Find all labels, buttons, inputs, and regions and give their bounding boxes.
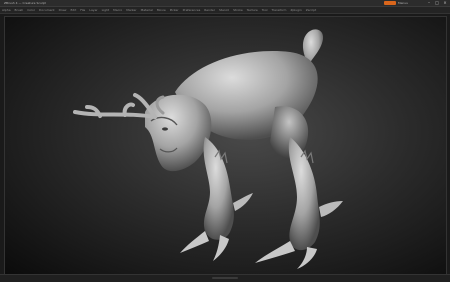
head: [145, 94, 212, 172]
back-claw-3: [319, 201, 343, 217]
window-title: ZBrush 4 — Creature Sculpt: [4, 1, 46, 5]
menu-item-render[interactable]: Render: [202, 7, 217, 13]
back-claw-2: [297, 247, 317, 269]
menu-item-preferences[interactable]: Preferences: [181, 7, 203, 13]
menu-item-file[interactable]: File: [78, 7, 87, 13]
back-claw-1: [255, 241, 295, 263]
document-canvas[interactable]: [4, 16, 447, 275]
menu-item-texture[interactable]: Texture: [245, 7, 260, 13]
menu-item-tool[interactable]: Tool: [260, 7, 270, 13]
menu-item-marker[interactable]: Marker: [124, 7, 138, 13]
close-button[interactable]: ×: [442, 1, 448, 5]
menu-item-zplugin[interactable]: Zplugin: [288, 7, 303, 13]
menu-item-brush[interactable]: Brush: [13, 7, 26, 13]
menu-item-zscript[interactable]: Zscript: [304, 7, 318, 13]
menu-item-color[interactable]: Color: [25, 7, 37, 13]
eye: [162, 127, 168, 131]
menu-item-movie[interactable]: Movie: [155, 7, 168, 13]
menu-item-stencil[interactable]: Stencil: [217, 7, 231, 13]
menu-item-transform[interactable]: Transform: [270, 7, 289, 13]
menu-item-layer[interactable]: Layer: [87, 7, 99, 13]
menus-toggle[interactable]: [384, 1, 396, 5]
front-claw-3: [233, 193, 253, 211]
menu-item-draw[interactable]: Draw: [57, 7, 69, 13]
menu-item-stroke[interactable]: Stroke: [231, 7, 245, 13]
creature-model: [73, 29, 343, 269]
antler: [73, 93, 157, 119]
menu-bar: Alpha Brush Color Document Draw Edit File Layer…: [0, 7, 450, 14]
front-claw-1: [180, 231, 209, 253]
menu-item-alpha[interactable]: Alpha: [0, 7, 13, 13]
menu-item-macro[interactable]: Macro: [111, 7, 124, 13]
shelf-handle[interactable]: [212, 277, 238, 279]
menu-item-edit[interactable]: Edit: [68, 7, 78, 13]
menus-toggle-label: Menus: [398, 1, 408, 5]
maximize-button[interactable]: □: [434, 1, 440, 5]
menu-item-picker[interactable]: Picker: [168, 7, 181, 13]
menu-item-document[interactable]: Document: [37, 7, 57, 13]
minimize-button[interactable]: –: [426, 1, 432, 5]
menu-item-light[interactable]: Light: [100, 7, 112, 13]
menu-item-material[interactable]: Material: [139, 7, 155, 13]
back-leg: [288, 137, 320, 251]
title-bar: ZBrush 4 — Creature Sculpt Menus – □ ×: [0, 0, 450, 7]
